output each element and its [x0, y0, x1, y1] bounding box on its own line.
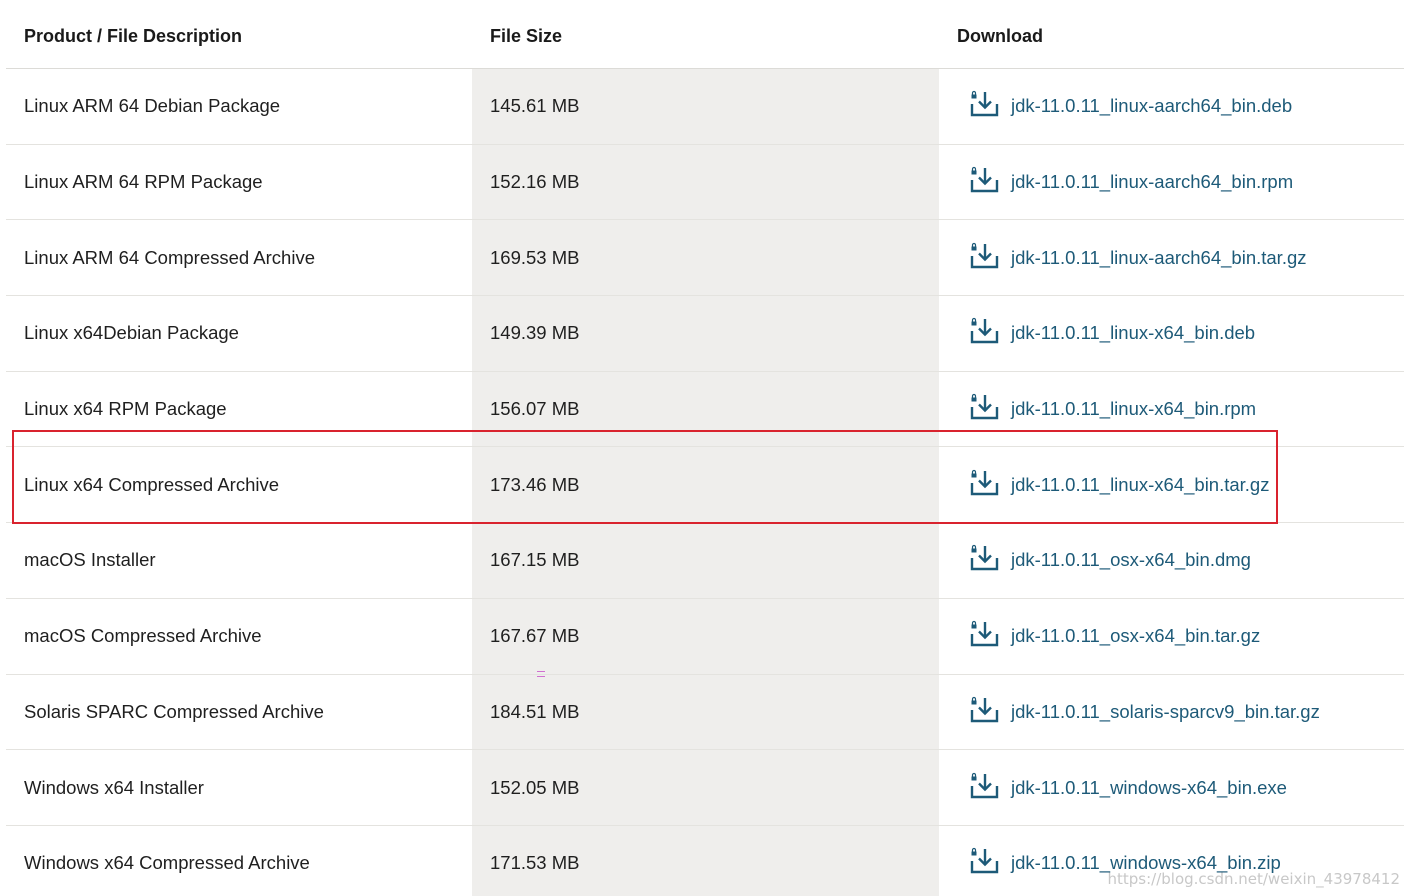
download-cell: jdk-11.0.11_linux-aarch64_bin.rpm — [939, 145, 1404, 220]
download-filename: jdk-11.0.11_linux-x64_bin.deb — [1011, 322, 1256, 344]
table-row: Linux x64 Compressed Archive 173.46 MB j… — [6, 447, 1404, 524]
download-link[interactable]: jdk-11.0.11_osx-x64_bin.tar.gz — [969, 621, 1261, 648]
table-header-row: Product / File Description File Size Dow… — [6, 4, 1404, 69]
download-link[interactable]: jdk-11.0.11_solaris-sparcv9_bin.tar.gz — [969, 696, 1320, 724]
stray-mark — [537, 671, 545, 677]
file-size: 171.53 MB — [472, 825, 939, 896]
download-link[interactable]: jdk-11.0.11_osx-x64_bin.dmg — [969, 545, 1251, 572]
table-row: macOS Compressed Archive 167.67 MB jdk-1… — [6, 598, 1404, 675]
table-row: Linux ARM 64 Debian Package 145.61 MB jd… — [6, 69, 1404, 145]
file-size: 184.51 MB — [472, 674, 939, 750]
file-size: 149.39 MB — [472, 296, 939, 371]
download-lock-icon — [970, 318, 999, 344]
download-lock-icon — [970, 772, 999, 798]
table-row: Linux x64 RPM Package 156.07 MB jdk-11.0… — [6, 371, 1404, 448]
download-filename: jdk-11.0.11_solaris-sparcv9_bin.tar.gz — [1011, 700, 1320, 722]
file-size: 152.05 MB — [472, 750, 939, 825]
download-link[interactable]: jdk-11.0.11_linux-aarch64_bin.deb — [969, 91, 1293, 118]
download-lock-icon — [970, 621, 999, 647]
download-table: Product / File Description File Size Dow… — [6, 4, 1404, 896]
download-link[interactable]: jdk-11.0.11_linux-x64_bin.rpm — [969, 394, 1257, 421]
download-filename: jdk-11.0.11_linux-aarch64_bin.rpm — [1011, 171, 1294, 193]
table-row: macOS Installer 167.15 MB jdk-11.0.11_os… — [6, 523, 1404, 599]
product-description: macOS Compressed Archive — [24, 625, 262, 647]
download-cell: jdk-11.0.11_solaris-sparcv9_bin.tar.gz — [939, 675, 1404, 750]
product-description: macOS Installer — [24, 549, 156, 571]
product-description: Linux ARM 64 RPM Package — [24, 171, 263, 193]
download-lock-icon — [970, 469, 999, 495]
table-row: Linux ARM 64 RPM Package 152.16 MB jdk-1… — [6, 144, 1404, 221]
product-description: Linux x64 Compressed Archive — [24, 473, 280, 495]
download-lock-icon — [970, 394, 999, 420]
download-cell: jdk-11.0.11_linux-x64_bin.tar.gz — [939, 447, 1404, 522]
table-row: Linux x64Debian Package 149.39 MB jdk-11… — [6, 296, 1404, 372]
download-filename: jdk-11.0.11_linux-aarch64_bin.tar.gz — [1011, 246, 1307, 268]
download-lock-icon — [970, 167, 999, 193]
table-row: Windows x64 Installer 152.05 MB jdk-11.0… — [6, 750, 1404, 826]
download-cell: jdk-11.0.11_windows-x64_bin.exe — [939, 750, 1404, 825]
jdk-download-page: Product / File Description File Size Dow… — [0, 0, 1408, 896]
table-row: Linux ARM 64 Compressed Archive 169.53 M… — [6, 220, 1404, 297]
header-product: Product / File Description — [6, 4, 472, 68]
product-description: Windows x64 Installer — [24, 776, 204, 798]
download-lock-icon — [970, 848, 999, 874]
file-size: 173.46 MB — [472, 447, 939, 523]
product-description: Linux x64 RPM Package — [24, 398, 227, 420]
download-filename: jdk-11.0.11_linux-aarch64_bin.deb — [1011, 95, 1293, 117]
download-link[interactable]: jdk-11.0.11_linux-x64_bin.tar.gz — [969, 469, 1270, 497]
header-file-size: File Size — [472, 4, 939, 68]
download-link[interactable]: jdk-11.0.11_windows-x64_bin.exe — [969, 772, 1287, 800]
file-size: 156.07 MB — [472, 371, 939, 447]
download-filename: jdk-11.0.11_linux-x64_bin.tar.gz — [1011, 473, 1270, 495]
file-size: 169.53 MB — [472, 220, 939, 296]
download-lock-icon — [970, 696, 999, 723]
download-cell: jdk-11.0.11_linux-aarch64_bin.deb — [939, 69, 1404, 144]
file-size: 152.16 MB — [472, 144, 939, 220]
file-size: 145.61 MB — [472, 69, 939, 144]
download-lock-icon — [970, 91, 999, 117]
download-lock-icon — [970, 545, 999, 571]
table-body: Linux ARM 64 Debian Package 145.61 MB jd… — [6, 69, 1404, 896]
download-cell: jdk-11.0.11_linux-x64_bin.rpm — [939, 372, 1404, 447]
watermark: https://blog.csdn.net/weixin_43978412 — [1107, 870, 1400, 888]
download-filename: jdk-11.0.11_osx-x64_bin.dmg — [1011, 549, 1251, 571]
download-cell: jdk-11.0.11_linux-x64_bin.deb — [939, 296, 1404, 371]
product-description: Linux x64Debian Package — [24, 322, 239, 344]
download-cell: jdk-11.0.11_osx-x64_bin.tar.gz — [939, 599, 1404, 674]
download-lock-icon — [970, 242, 999, 268]
product-description: Solaris SPARC Compressed Archive — [24, 700, 324, 722]
file-size: 167.15 MB — [472, 523, 939, 598]
product-description: Windows x64 Compressed Archive — [24, 852, 310, 874]
download-link[interactable]: jdk-11.0.11_linux-x64_bin.deb — [969, 318, 1256, 345]
file-size: 167.67 MB — [472, 598, 939, 674]
download-filename: jdk-11.0.11_linux-x64_bin.rpm — [1011, 398, 1257, 420]
download-filename: jdk-11.0.11_osx-x64_bin.tar.gz — [1011, 625, 1261, 647]
download-link[interactable]: jdk-11.0.11_linux-aarch64_bin.rpm — [969, 167, 1294, 194]
download-link[interactable]: jdk-11.0.11_linux-aarch64_bin.tar.gz — [969, 242, 1307, 270]
download-filename: jdk-11.0.11_windows-x64_bin.exe — [1011, 776, 1287, 798]
download-cell: jdk-11.0.11_osx-x64_bin.dmg — [939, 523, 1404, 598]
header-download: Download — [939, 4, 1404, 68]
download-cell: jdk-11.0.11_linux-aarch64_bin.tar.gz — [939, 220, 1404, 295]
product-description: Linux ARM 64 Debian Package — [24, 95, 281, 117]
table-row: Solaris SPARC Compressed Archive 184.51 … — [6, 674, 1404, 751]
product-description: Linux ARM 64 Compressed Archive — [24, 246, 315, 268]
